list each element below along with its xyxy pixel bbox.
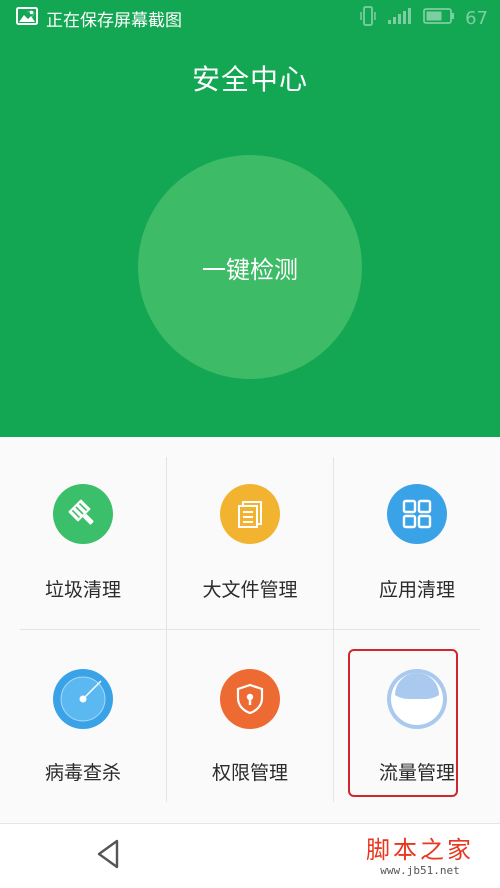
feature-label: 大文件管理 xyxy=(202,579,298,601)
header-panel: 2 正在保存屏幕截图 xyxy=(0,0,500,437)
data-usage-icon xyxy=(387,669,447,729)
apps-grid-icon xyxy=(387,484,447,544)
navigation-bar: 脚本之家 www.jb51.net xyxy=(0,823,500,888)
broom-icon xyxy=(53,484,113,544)
feature-data-usage-management[interactable]: 流量管理 xyxy=(334,637,500,817)
back-triangle-icon xyxy=(93,838,123,874)
signal-icon xyxy=(387,7,413,29)
page-title: 安全中心 xyxy=(191,63,308,96)
feature-label: 病毒查杀 xyxy=(44,762,121,784)
status-bar: 2 正在保存屏幕截图 xyxy=(0,0,500,36)
feature-large-file-management[interactable]: 大文件管理 xyxy=(167,447,333,627)
watermark-url: www.jb51.net xyxy=(380,864,460,877)
feature-label: 应用清理 xyxy=(378,579,455,601)
back-button[interactable] xyxy=(88,838,128,874)
watermark-title: 脚本之家 xyxy=(366,836,474,864)
status-left: 正在保存屏幕截图 xyxy=(16,6,182,31)
grid-divider xyxy=(20,629,480,630)
feature-label: 流量管理 xyxy=(378,762,455,784)
feature-junk-cleanup[interactable]: 垃圾清理 xyxy=(0,447,166,627)
security-center-screen: 2 正在保存屏幕截图 xyxy=(0,0,500,888)
feature-label: 垃圾清理 xyxy=(44,579,121,601)
feature-label: 权限管理 xyxy=(211,762,288,784)
battery-level: 67 xyxy=(465,7,488,29)
documents-icon xyxy=(220,484,280,544)
shield-lock-icon xyxy=(220,669,280,729)
status-notification: 正在保存屏幕截图 xyxy=(46,10,182,31)
watermark: 脚本之家 www.jb51.net xyxy=(350,836,490,878)
image-icon xyxy=(16,7,38,29)
radar-icon xyxy=(53,669,113,729)
vibrate-icon xyxy=(359,6,377,30)
one-click-scan-button[interactable]: 一键检测 xyxy=(138,155,362,379)
feature-permission-management[interactable]: 权限管理 xyxy=(167,637,333,817)
scan-button-label: 一键检测 xyxy=(202,255,298,284)
battery-icon xyxy=(423,7,455,29)
feature-virus-scan[interactable]: 病毒查杀 xyxy=(0,637,166,817)
feature-grid: 垃圾清理 大文件管理 应用清理 病毒查杀 权限管理 流量管理 xyxy=(0,437,500,823)
feature-app-cleanup[interactable]: 应用清理 xyxy=(334,447,500,627)
status-right: 67 xyxy=(359,6,488,30)
